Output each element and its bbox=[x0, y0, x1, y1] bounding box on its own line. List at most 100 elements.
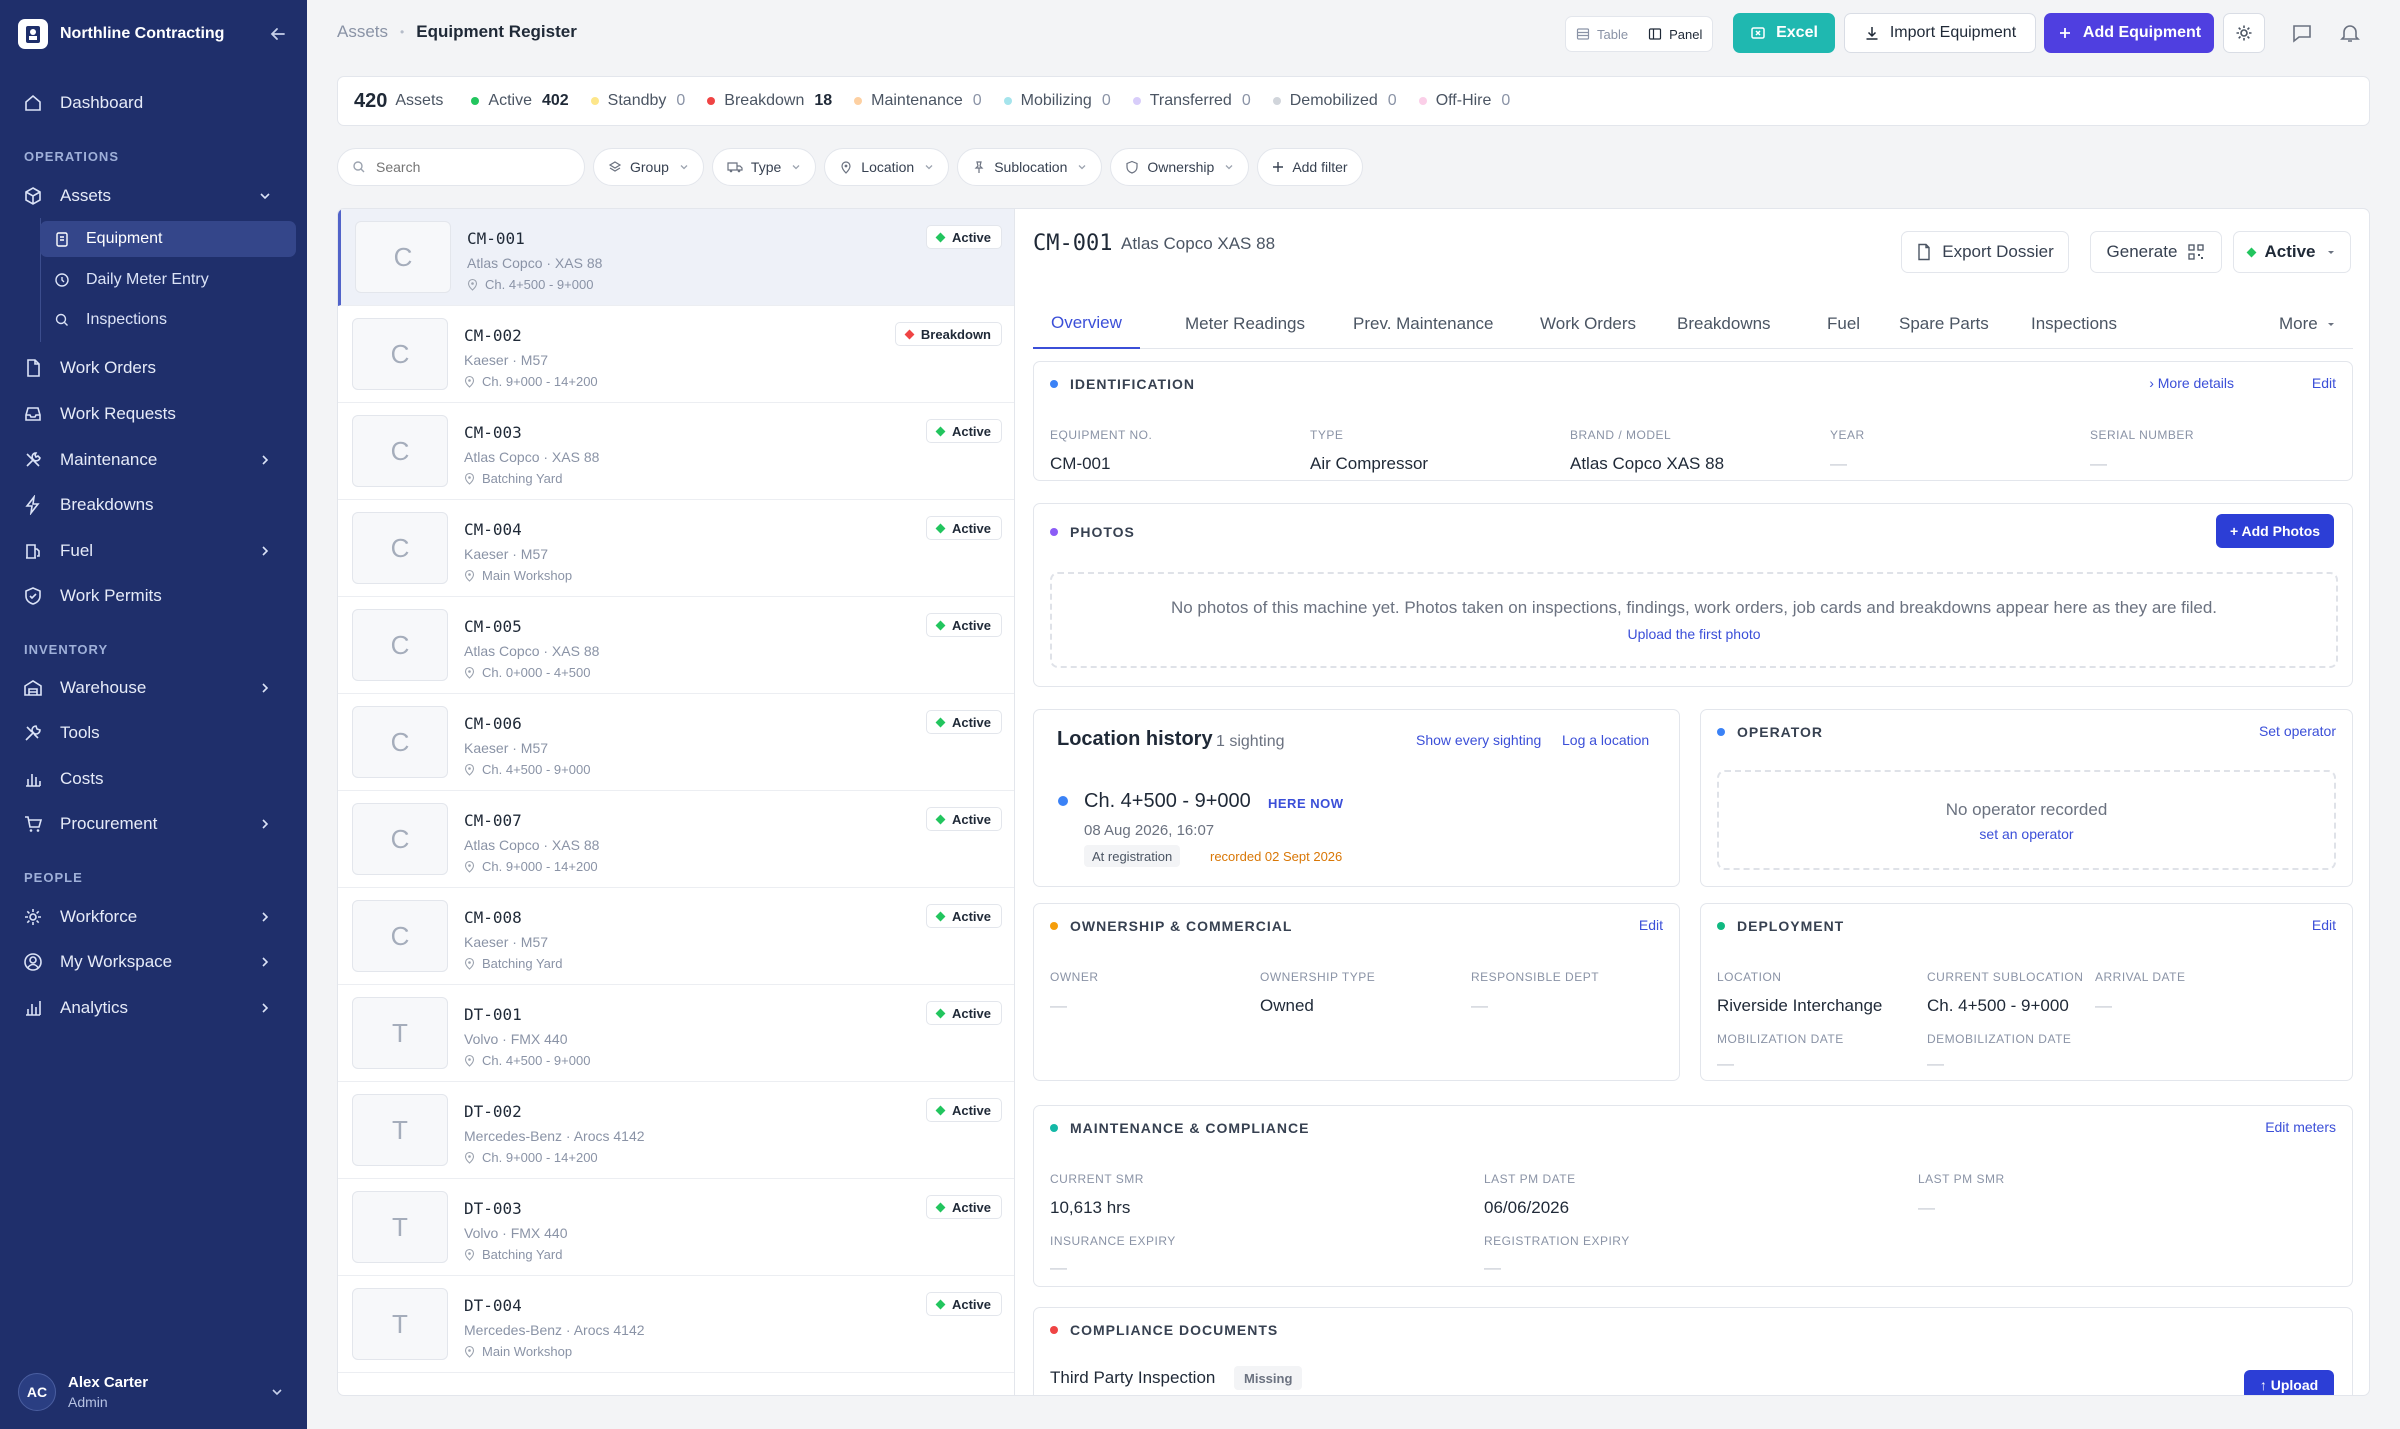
filter-label: Ownership bbox=[1147, 159, 1215, 175]
filter-location[interactable]: Location bbox=[824, 148, 950, 186]
nav-daily-meter-entry[interactable]: Daily Meter Entry bbox=[40, 262, 296, 298]
asset-list-item[interactable]: C CM-002 Kaeser · M57 Ch. 9+000 - 14+200 Bre… bbox=[338, 306, 1014, 403]
user-menu[interactable]: AC Alex Carter Admin bbox=[18, 1370, 288, 1414]
tab-spare-parts[interactable]: Spare Parts bbox=[1899, 299, 1989, 349]
status-dropdown[interactable]: Active bbox=[2233, 231, 2351, 273]
analytics-icon bbox=[22, 997, 44, 1019]
status-filter-demobilized[interactable]: Demobilized 0 bbox=[1272, 92, 1397, 110]
asset-list-item[interactable]: C CM-003 Atlas Copco · XAS 88 Batching Yard… bbox=[338, 403, 1014, 500]
caret-down-icon bbox=[2327, 251, 2334, 254]
asset-code: DT-002 bbox=[464, 1102, 522, 1121]
nav-work-orders[interactable]: Work Orders bbox=[22, 350, 288, 386]
asset-list-item[interactable]: C CM-007 Atlas Copco · XAS 88 Ch. 9+000 - 1… bbox=[338, 791, 1014, 888]
asset-status-text: Active bbox=[951, 520, 991, 536]
bell-icon[interactable] bbox=[2339, 22, 2361, 44]
status-dot bbox=[1132, 97, 1141, 105]
asset-list-item[interactable]: T DT-004 Mercedes-Benz · Arocs 4142 Main Wo… bbox=[338, 1276, 1014, 1373]
tab-meter-readings[interactable]: Meter Readings bbox=[1185, 299, 1305, 349]
set-operator-link[interactable]: Set operator bbox=[2259, 723, 2336, 739]
asset-list-item[interactable]: C CM-006 Kaeser · M57 Ch. 4+500 - 9+000 Acti… bbox=[338, 694, 1014, 791]
filter-sublocation[interactable]: Sublocation bbox=[957, 148, 1103, 186]
upload-first-photo-link[interactable]: Upload the first photo bbox=[1052, 626, 2336, 642]
add-photos-button[interactable]: + Add Photos bbox=[2216, 514, 2334, 548]
status-filter-breakdown[interactable]: Breakdown 18 bbox=[707, 92, 832, 110]
edit-deployment-link[interactable]: Edit bbox=[2312, 917, 2336, 933]
edit-ownership-link[interactable]: Edit bbox=[1639, 917, 1663, 933]
status-filter-maintenance[interactable]: Maintenance 0 bbox=[854, 92, 982, 110]
excel-button[interactable]: Excel bbox=[1733, 13, 1835, 53]
asset-location-text: Ch. 9+000 - 14+200 bbox=[482, 859, 598, 874]
edit-identification-link[interactable]: Edit bbox=[2312, 375, 2336, 391]
breadcrumb-root[interactable]: Assets bbox=[337, 22, 388, 42]
nav-work-requests[interactable]: Work Requests bbox=[22, 396, 288, 432]
more-details-link[interactable]: › More details bbox=[2149, 375, 2234, 391]
field-label: OWNERSHIP TYPE bbox=[1260, 970, 1376, 984]
status-diamond-icon bbox=[935, 911, 946, 921]
tab-inspections[interactable]: Inspections bbox=[2031, 299, 2117, 349]
search-input[interactable] bbox=[376, 159, 566, 175]
chevron-down-icon bbox=[270, 1385, 284, 1399]
filter-ownership[interactable]: Ownership bbox=[1110, 148, 1250, 186]
asset-code: CM-001 bbox=[467, 229, 525, 248]
asset-list-item[interactable] bbox=[338, 1373, 1014, 1395]
user-circle-icon bbox=[22, 951, 44, 973]
asset-list-item[interactable]: C CM-008 Kaeser · M57 Batching Yard Active bbox=[338, 888, 1014, 985]
filter-type[interactable]: Type bbox=[711, 148, 817, 186]
export-dossier-button[interactable]: Export Dossier bbox=[1901, 231, 2069, 273]
generate-button[interactable]: Generate bbox=[2090, 231, 2222, 273]
log-location-link[interactable]: Log a location bbox=[1562, 732, 1649, 748]
set-an-operator-link[interactable]: set an operator bbox=[1719, 826, 2334, 842]
status-filter-off-hire[interactable]: Off-Hire 0 bbox=[1418, 92, 1510, 110]
nav-procurement[interactable]: Procurement bbox=[22, 806, 288, 842]
card-title-text: MAINTENANCE & COMPLIANCE bbox=[1070, 1120, 1310, 1136]
nav-assets[interactable]: Assets bbox=[22, 178, 288, 214]
status-filter-standby[interactable]: Standby 0 bbox=[590, 92, 685, 110]
tab-fuel[interactable]: Fuel bbox=[1827, 299, 1860, 349]
nav-breakdowns[interactable]: Breakdowns bbox=[22, 487, 288, 523]
asset-list-item[interactable]: C CM-005 Atlas Copco · XAS 88 Ch. 0+000 - 4… bbox=[338, 597, 1014, 694]
filter-group[interactable]: Group bbox=[593, 148, 704, 186]
search-box[interactable] bbox=[337, 148, 585, 186]
nav-analytics[interactable]: Analytics bbox=[22, 990, 288, 1026]
nav-warehouse[interactable]: Warehouse bbox=[22, 670, 288, 706]
collapse-sidebar-icon[interactable] bbox=[268, 24, 288, 44]
view-table-button[interactable]: Table bbox=[1566, 27, 1638, 42]
tab-prev-maintenance[interactable]: Prev. Maintenance bbox=[1353, 299, 1493, 349]
tab-breakdowns[interactable]: Breakdowns bbox=[1677, 299, 1771, 349]
nav-my-workspace[interactable]: My Workspace bbox=[22, 944, 288, 980]
status-filter-transferred[interactable]: Transferred 0 bbox=[1132, 92, 1251, 110]
view-toggle: Table Panel bbox=[1565, 16, 1713, 52]
photos-dropzone[interactable]: No photos of this machine yet. Photos ta… bbox=[1050, 572, 2338, 668]
asset-list-item[interactable]: T DT-003 Volvo · FMX 440 Batching Yard Activ… bbox=[338, 1179, 1014, 1276]
nav-tools[interactable]: Tools bbox=[22, 715, 288, 751]
chat-icon[interactable] bbox=[2291, 22, 2313, 44]
asset-list-item[interactable]: T DT-002 Mercedes-Benz · Arocs 4142 Ch. 9+0… bbox=[338, 1082, 1014, 1179]
show-every-sighting-link[interactable]: Show every sighting bbox=[1416, 732, 1541, 748]
status-filter-active[interactable]: Active 402 bbox=[471, 92, 569, 110]
nav-costs[interactable]: Costs bbox=[22, 761, 288, 797]
nav-equipment[interactable]: Equipment bbox=[40, 221, 296, 257]
add-equipment-button[interactable]: Add Equipment bbox=[2044, 13, 2214, 53]
asset-list-item[interactable]: C CM-001 Atlas Copco · XAS 88 Ch. 4+500 - 9… bbox=[338, 209, 1014, 306]
status-dot bbox=[471, 97, 480, 105]
settings-button[interactable] bbox=[2223, 13, 2265, 53]
asset-list-item[interactable]: C CM-004 Kaeser · M57 Main Workshop Active bbox=[338, 500, 1014, 597]
tab-overview[interactable]: Overview bbox=[1033, 299, 1140, 349]
tab-work-orders[interactable]: Work Orders bbox=[1540, 299, 1636, 349]
upload-document-button[interactable]: ↑ Upload bbox=[2244, 1370, 2334, 1395]
pin-icon bbox=[464, 1151, 475, 1164]
view-panel-button[interactable]: Panel bbox=[1638, 27, 1712, 42]
import-equipment-button[interactable]: Import Equipment bbox=[1844, 13, 2036, 53]
nav-workforce[interactable]: Workforce bbox=[22, 899, 288, 935]
nav-fuel[interactable]: Fuel bbox=[22, 533, 288, 569]
section-inventory: INVENTORY bbox=[24, 642, 109, 657]
nav-maintenance[interactable]: Maintenance bbox=[22, 442, 288, 478]
edit-meters-link[interactable]: Edit meters bbox=[2265, 1119, 2336, 1135]
asset-list-item[interactable]: T DT-001 Volvo · FMX 440 Ch. 4+500 - 9+000 A… bbox=[338, 985, 1014, 1082]
add-filter-button[interactable]: Add filter bbox=[1257, 148, 1363, 186]
status-filter-mobilizing[interactable]: Mobilizing 0 bbox=[1003, 92, 1111, 110]
nav-inspections[interactable]: Inspections bbox=[40, 302, 296, 338]
nav-dashboard[interactable]: Dashboard bbox=[22, 85, 288, 121]
tab-more[interactable]: More bbox=[2279, 299, 2336, 349]
nav-work-permits[interactable]: Work Permits bbox=[22, 578, 288, 614]
